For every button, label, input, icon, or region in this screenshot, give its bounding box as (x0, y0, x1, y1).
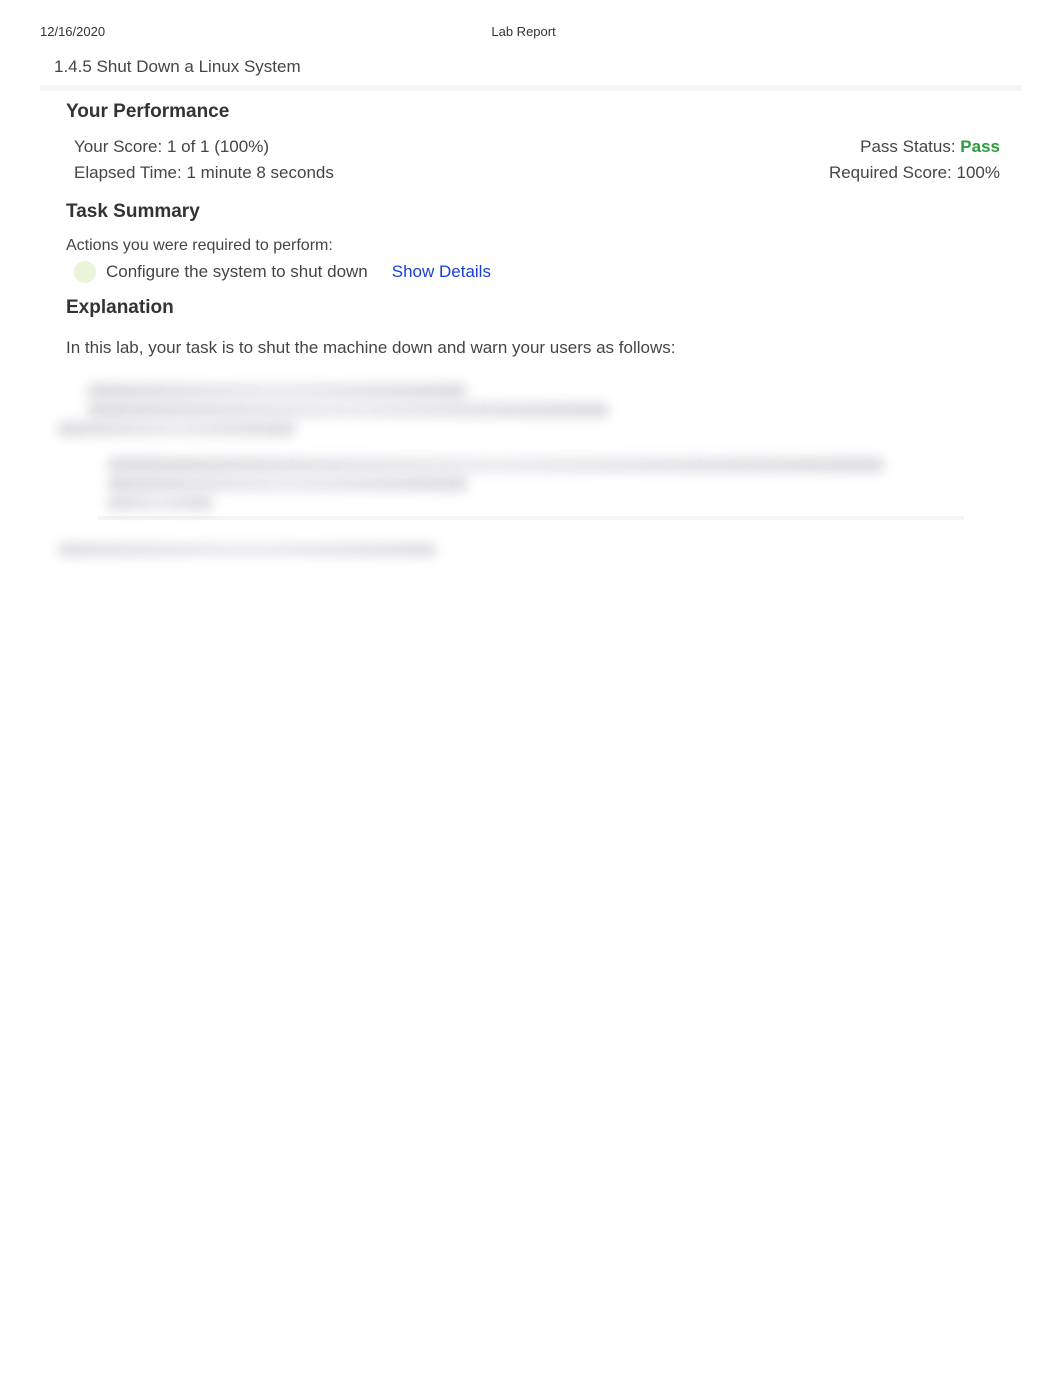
perf-row-score: Your Score: 1 of 1 (100%) Pass Status: P… (66, 135, 1008, 161)
score-label: Your Score: (74, 137, 167, 156)
pass-cell: Pass Status: Pass (860, 137, 1000, 157)
blur-line (108, 496, 212, 510)
blurred-content (0, 384, 1062, 571)
blur-line (58, 422, 295, 436)
perf-row-elapsed: Elapsed Time: 1 minute 8 seconds Require… (66, 161, 1008, 187)
explanation-intro: In this lab, your task is to shut the ma… (66, 331, 1008, 375)
pass-label: Pass Status: (860, 137, 960, 156)
required-value: 100% (957, 163, 1000, 182)
performance-heading: Your Performance (66, 101, 1008, 123)
task-summary-heading: Task Summary (66, 201, 1008, 223)
blur-line (108, 458, 884, 472)
score-value: 1 of 1 (100%) (167, 137, 269, 156)
task-row: Configure the system to shut down Show D… (66, 261, 1008, 283)
score-cell: Your Score: 1 of 1 (100%) (74, 137, 269, 157)
required-cell: Required Score: 100% (829, 163, 1000, 183)
status-complete-icon (74, 261, 96, 283)
divider (98, 516, 964, 520)
elapsed-label: Elapsed Time: (74, 163, 186, 182)
actions-label: Actions you were required to perform: (66, 235, 1008, 261)
required-label: Required Score: (829, 163, 957, 182)
page-header: 12/16/2020 Lab Report (0, 0, 1062, 49)
explanation-section: Explanation In this lab, your task is to… (0, 287, 1062, 379)
blur-line (88, 384, 466, 398)
header-title: Lab Report (25, 24, 1022, 39)
blur-line (88, 403, 608, 417)
task-text: Configure the system to shut down (106, 262, 368, 282)
pass-value: Pass (960, 137, 1000, 156)
lab-title: 1.4.5 Shut Down a Linux System (0, 49, 1062, 85)
show-details-link[interactable]: Show Details (392, 262, 491, 282)
elapsed-cell: Elapsed Time: 1 minute 8 seconds (74, 163, 334, 183)
explanation-heading: Explanation (66, 297, 1008, 319)
performance-section: Your Performance Your Score: 1 of 1 (100… (0, 91, 1062, 191)
blur-line (108, 477, 467, 491)
blur-line (58, 544, 436, 556)
elapsed-value: 1 minute 8 seconds (186, 163, 333, 182)
task-summary-section: Task Summary Actions you were required t… (0, 191, 1062, 287)
